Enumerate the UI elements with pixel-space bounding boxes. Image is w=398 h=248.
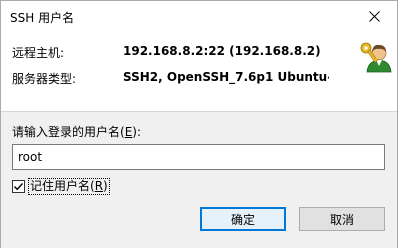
- ok-button[interactable]: 确定: [200, 207, 286, 231]
- user-key-icon: [360, 42, 392, 73]
- window-title: SSH 用户名: [10, 11, 75, 25]
- remote-host-label: 远程主机:: [12, 46, 65, 60]
- close-button[interactable]: [352, 1, 397, 32]
- dialog-body: 请输入登录的用户名(E): 记住用户名(R) 确定 取消: [1, 112, 397, 248]
- username-prompt-label: 请输入登录的用户名(E):: [12, 125, 142, 139]
- title-bar[interactable]: SSH 用户名: [1, 1, 397, 32]
- checkmark-icon: [13, 182, 24, 190]
- remember-username-checkbox[interactable]: 记住用户名(R): [12, 177, 110, 195]
- server-type-value: SSH2, OpenSSH_7.6p1 Ubuntu-4ub: [123, 70, 329, 84]
- remote-host-value: 192.168.8.2:22 (192.168.8.2): [123, 44, 321, 58]
- checkbox-box[interactable]: [12, 179, 25, 193]
- remember-username-label[interactable]: 记住用户名(R): [28, 177, 110, 195]
- cancel-button[interactable]: 取消: [299, 207, 385, 231]
- connection-info: 远程主机: 192.168.8.2:22 (192.168.8.2) 服务器类型…: [1, 32, 397, 111]
- username-input[interactable]: [12, 144, 385, 170]
- ssh-username-dialog: SSH 用户名 远程主机: 192.168.8.2:22 (192.168.8.…: [0, 0, 398, 248]
- server-type-label: 服务器类型:: [12, 72, 77, 86]
- close-icon: [369, 11, 380, 22]
